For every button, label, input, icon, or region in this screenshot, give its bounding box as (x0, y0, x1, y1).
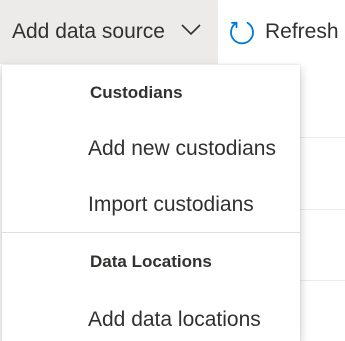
menu-item-import-custodians[interactable]: Import custodians (2, 176, 300, 234)
background-divider (300, 137, 345, 138)
refresh-label: Refresh (265, 20, 339, 43)
add-data-source-button[interactable]: Add data source (0, 0, 218, 64)
menu-item-add-new-custodians[interactable]: Add new custodians (2, 120, 300, 178)
refresh-button[interactable]: Refresh (224, 0, 345, 64)
chevron-down-icon (181, 24, 201, 36)
command-bar: Add data source Refresh (0, 0, 345, 64)
add-data-source-label: Add data source (12, 20, 165, 43)
background-divider (300, 280, 345, 281)
add-data-source-menu: Custodians Add new custodians Import cus… (2, 65, 300, 341)
refresh-icon (230, 21, 254, 45)
background-divider (300, 209, 345, 210)
menu-section-header-custodians: Custodians (90, 83, 183, 102)
page: Add data source Refresh Custodians Add n… (0, 0, 345, 341)
menu-divider (2, 232, 300, 233)
menu-item-add-data-locations[interactable]: Add data locations (2, 291, 300, 341)
menu-section-header-data-locations: Data Locations (90, 252, 212, 271)
